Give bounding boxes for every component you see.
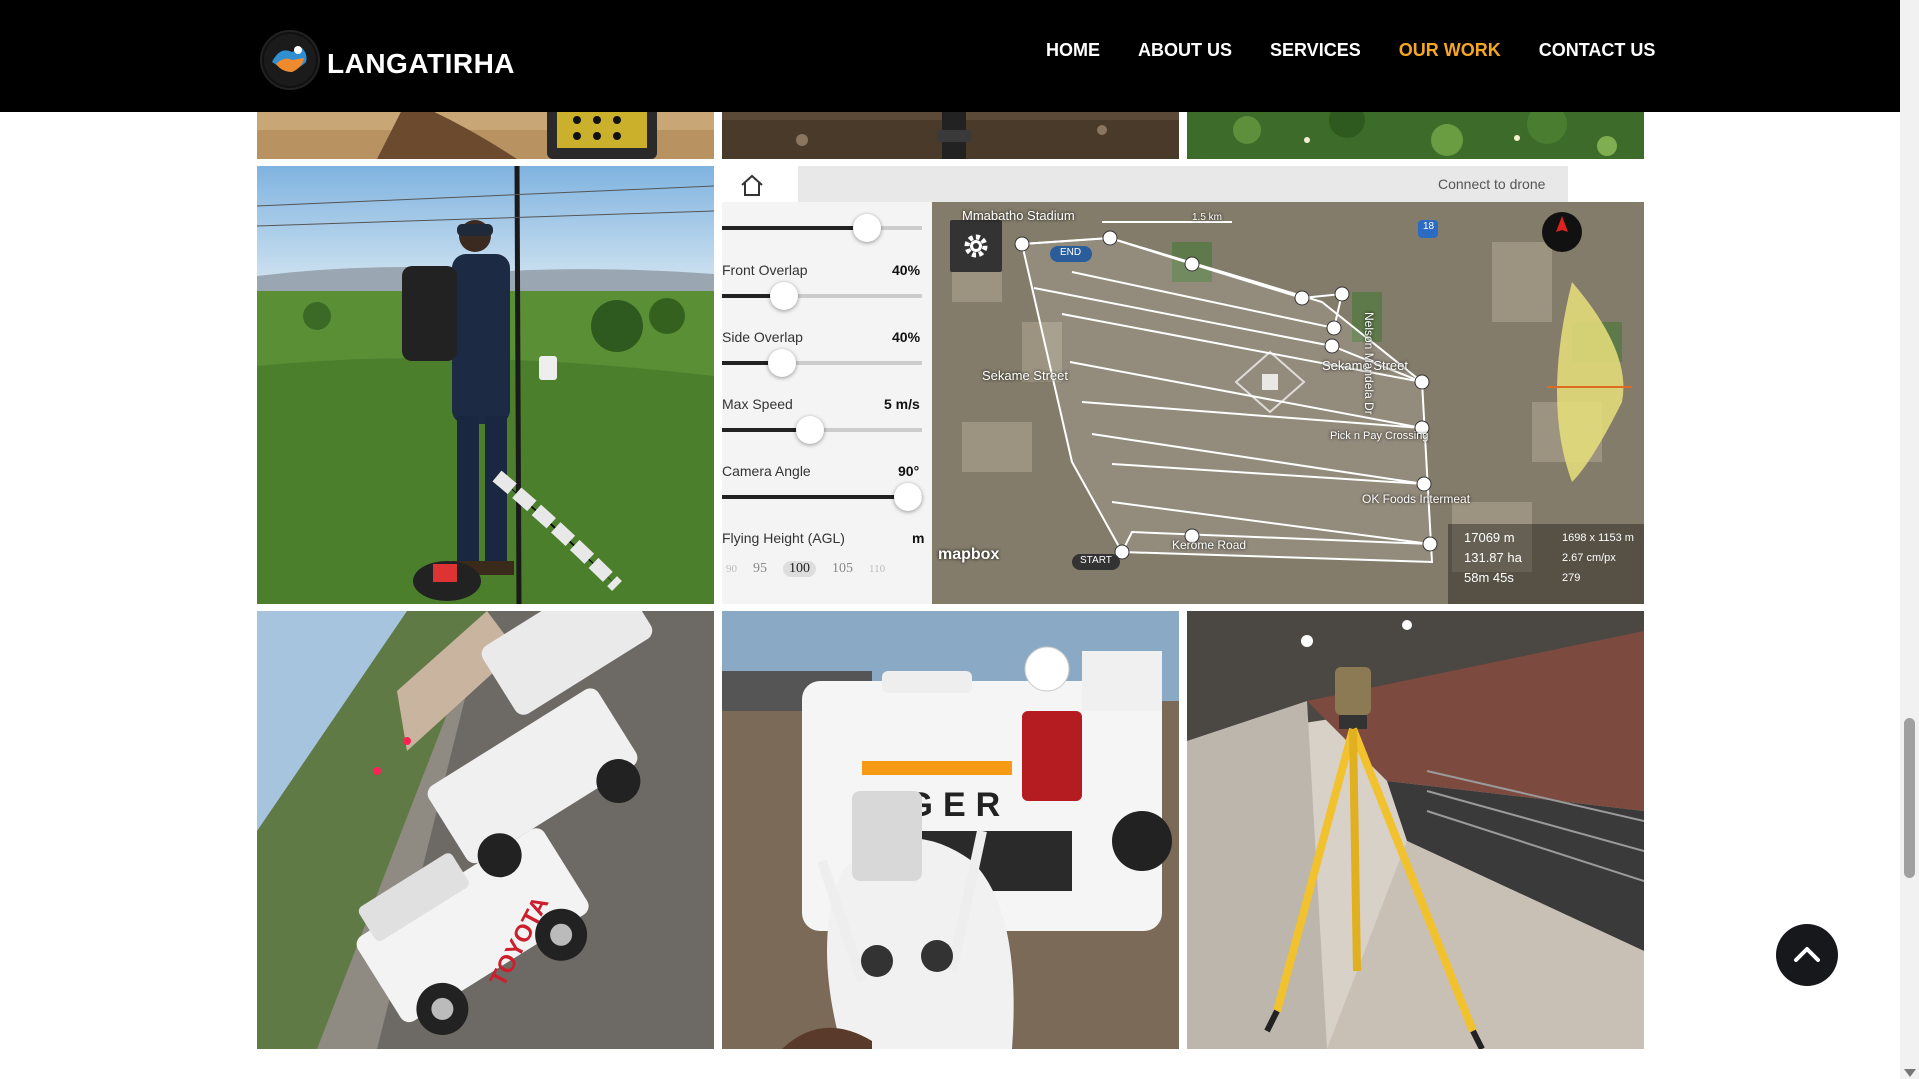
flight-map[interactable]: Mmabatho Stadium 1.5 km Sekame Street Se… [932, 202, 1644, 604]
gallery-photo-surveyor-field[interactable] [257, 166, 714, 604]
nav-about-us[interactable]: ABOUT US [1138, 40, 1232, 61]
scrollbar-thumb[interactable] [1904, 718, 1915, 878]
map-scale-label: 1.5 km [1192, 212, 1223, 223]
map-label-foods: OK Foods Intermeat [1362, 492, 1471, 506]
stat-distance: 17069 m [1464, 530, 1515, 545]
map-label-nelson: Nelson Mandela Dr [1362, 312, 1376, 415]
settings-gear-icon[interactable] [960, 230, 992, 262]
connect-to-drone-label[interactable]: Connect to drone [1438, 176, 1545, 192]
chevron-up-icon [1794, 947, 1820, 962]
handshake-logo-icon [264, 34, 316, 86]
front-overlap-slider[interactable] [770, 282, 798, 310]
gallery-photo-total-station-tunnel[interactable] [1187, 611, 1644, 1049]
scroll-to-top-button[interactable] [1776, 924, 1838, 986]
nav-our-work[interactable]: OUR WORK [1399, 40, 1501, 61]
flying-height-picker[interactable]: 90 95 100 105 110 [726, 558, 916, 580]
max-speed-label: Max Speed [722, 396, 793, 412]
site-header: LANGATIRHA HOME ABOUT US SERVICES OUR WO… [0, 0, 1900, 112]
stat-gsd: 2.67 cm/px [1562, 552, 1616, 564]
map-label-road: Kerome Road [1172, 538, 1247, 552]
front-overlap-value: 40% [892, 262, 921, 278]
camera-angle-slider[interactable] [894, 483, 922, 511]
map-label-crossing: Pick n Pay Crossing [1330, 430, 1429, 442]
mapbox-logo: mapbox [938, 546, 1000, 563]
nav-services[interactable]: SERVICES [1270, 40, 1361, 61]
side-overlap-label: Side Overlap [722, 329, 803, 345]
compass-icon[interactable] [1544, 214, 1580, 250]
stat-time: 58m 45s [1464, 570, 1514, 585]
home-icon[interactable] [740, 174, 764, 196]
max-speed-slider[interactable] [796, 416, 824, 444]
stat-resolution: 1698 x 1153 m [1562, 532, 1634, 544]
gallery-photo-toyota-vehicles[interactable]: TOYOTA [257, 611, 714, 1049]
flying-height-label: Flying Height (AGL) [722, 530, 845, 546]
stat-photos: 279 [1562, 572, 1581, 584]
front-overlap-label: Front Overlap [722, 262, 808, 278]
flying-height-unit: m [912, 530, 925, 546]
route-badge: 18 [1423, 221, 1435, 232]
slider-thumb[interactable] [853, 214, 881, 242]
height-option[interactable]: 110 [869, 563, 885, 575]
height-option[interactable]: 90 [726, 563, 737, 575]
height-option[interactable]: 95 [753, 561, 767, 577]
max-speed-value: 5 m/s [884, 396, 920, 412]
side-overlap-slider[interactable] [768, 349, 796, 377]
waypoint-end-tag: END [1060, 247, 1082, 258]
camera-angle-value: 90° [898, 463, 920, 479]
stat-area: 131.87 ha [1464, 550, 1522, 565]
scroll-down-arrow-icon[interactable] [1904, 1069, 1916, 1077]
nav-contact-us[interactable]: CONTACT US [1539, 40, 1656, 61]
main-nav: HOME ABOUT US SERVICES OUR WORK CONTACT … [1046, 40, 1655, 61]
map-label-street: Sekame Street [982, 368, 1068, 383]
height-option[interactable]: 105 [832, 561, 853, 577]
height-option-selected[interactable]: 100 [783, 561, 816, 577]
waypoint-start-tag: START [1080, 555, 1112, 566]
nav-home[interactable]: HOME [1046, 40, 1100, 61]
page-scrollbar[interactable] [1900, 0, 1919, 1079]
gallery-photo-drone-flight-plan[interactable]: Connect to drone Front Overlap 40% Side … [722, 166, 1644, 604]
brand-name[interactable]: LANGATIRHA [327, 48, 515, 80]
map-label-stadium: Mmabatho Stadium [962, 208, 1075, 223]
side-overlap-value: 40% [892, 329, 921, 345]
gallery-photo-ranger-drone-controller[interactable]: NGER [722, 611, 1179, 1049]
camera-angle-label: Camera Angle [722, 463, 811, 479]
brand-logo[interactable] [260, 30, 320, 90]
flight-settings-panel: Front Overlap 40% Side Overlap 40% Max S… [722, 202, 932, 604]
